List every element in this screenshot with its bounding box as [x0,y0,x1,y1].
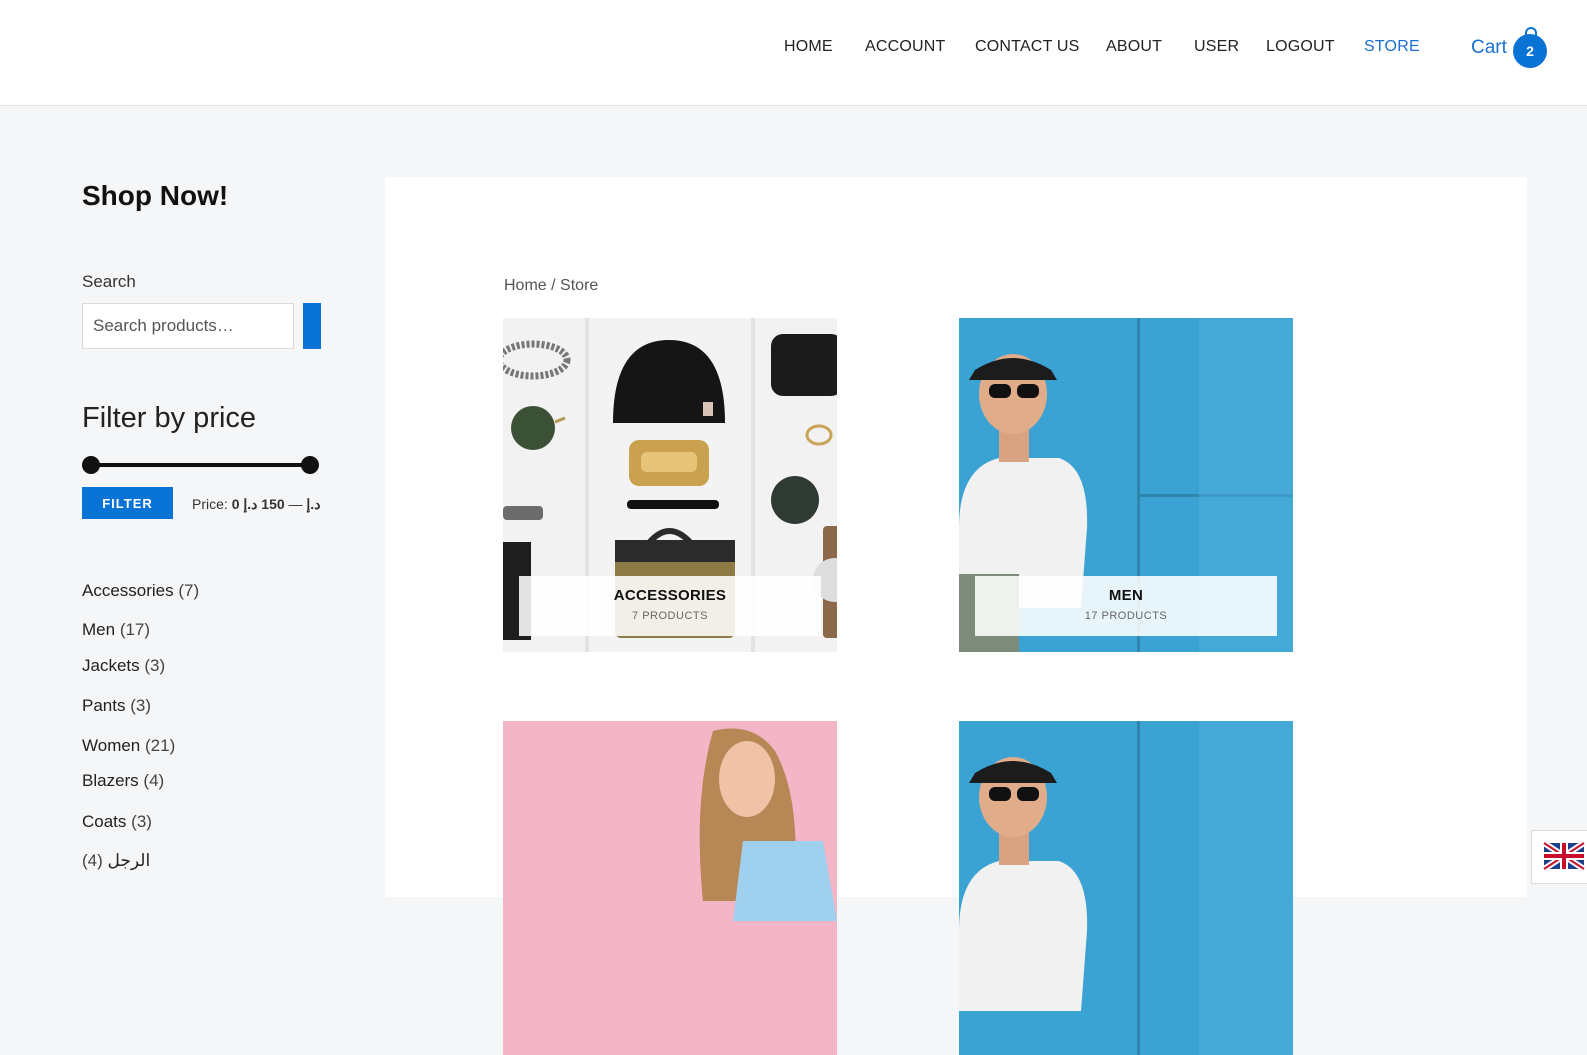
price-prefix: Price: [192,496,228,512]
price-slider-track[interactable] [90,463,310,467]
nav-home[interactable]: HOME [784,38,833,56]
category-count: (4) [82,851,103,870]
price-slider-min-handle[interactable] [82,456,100,474]
category-count: (21) [145,736,176,755]
sidebar-title: Shop Now! [82,180,229,211]
category-accessories[interactable]: Accessories (7) [82,581,199,601]
uk-flag-icon [1542,840,1586,872]
breadcrumb: Home / Store [504,277,598,295]
category-count: (3) [144,656,166,675]
nav-store[interactable]: STORE [1364,38,1420,56]
nav-account[interactable]: ACCOUNT [865,38,946,56]
tile-product-count: 17 PRODUCTS [1084,610,1168,622]
category-name: Coats [82,812,127,831]
category-name: Women [82,736,141,755]
category-name: Pants [82,696,126,715]
tile-caption: ACCESSORIES 7 PRODUCTS [519,576,821,636]
breadcrumb-separator: / [551,277,556,294]
category-arabic-men[interactable]: (4) الرجل [82,851,150,871]
tile-name: ACCESSORIES [613,587,727,604]
search-button[interactable] [303,303,321,349]
main-content: Home / Store ACCESSORIES 7 PRODUCTS MEN … [385,177,1527,1055]
category-count: (3) [131,812,152,831]
category-count: (4) [143,771,165,790]
price-max: 150 د.إ [243,496,285,512]
category-count: (3) [130,696,151,715]
cart-bag-icon: 2 [1513,27,1547,68]
tile-caption: MEN 17 PRODUCTS [975,576,1277,636]
category-count: (17) [119,620,151,639]
tile-product-count: 7 PRODUCTS [632,610,708,622]
category-count: (7) [178,581,200,600]
men-image-secondary [959,721,1293,1055]
category-blazers[interactable]: Blazers (4) [82,771,164,791]
breadcrumb-home[interactable]: Home [504,277,547,294]
site-header: HOME ACCOUNT CONTACT US ABOUT USER LOGOU… [0,0,1587,106]
price-slider-max-handle[interactable] [301,456,319,474]
category-tile-men[interactable]: MEN 17 PRODUCTS [959,318,1293,652]
filter-button[interactable]: FILTER [82,487,173,519]
cart-label: Cart [1471,37,1507,58]
breadcrumb-current: Store [560,277,599,294]
nav-contact-us[interactable]: CONTACT US [975,38,1080,56]
category-name: Accessories [82,581,174,600]
category-name: Jackets [82,656,140,675]
category-tile-men-secondary[interactable] [959,721,1293,1055]
price-separator: — [288,496,303,512]
category-coats[interactable]: Coats (3) [82,812,152,832]
cart-count-badge: 2 [1526,43,1534,59]
category-jackets[interactable]: Jackets (3) [82,656,165,676]
price-range-text: Price: 0 د.إ — 150 د.إ [192,496,320,513]
category-name: Blazers [82,771,139,790]
category-pants[interactable]: Pants (3) [82,696,151,716]
women-image [503,721,837,1055]
nav-about[interactable]: ABOUT [1106,38,1162,56]
category-name: الرجل [107,851,151,870]
category-name: Men [82,620,116,639]
filter-title: Filter by price [82,402,257,434]
category-tile-accessories[interactable]: ACCESSORIES 7 PRODUCTS [503,318,837,652]
search-label: Search [82,272,136,291]
category-tile-women[interactable] [503,721,837,1055]
search-input[interactable] [82,303,294,349]
nav-logout[interactable]: LOGOUT [1266,38,1335,56]
tile-name: MEN [1108,587,1144,604]
category-women[interactable]: Women (21) [82,736,175,756]
nav-user[interactable]: USER [1194,38,1239,56]
category-men[interactable]: Men (17) [82,620,150,640]
language-switcher[interactable] [1531,830,1587,884]
